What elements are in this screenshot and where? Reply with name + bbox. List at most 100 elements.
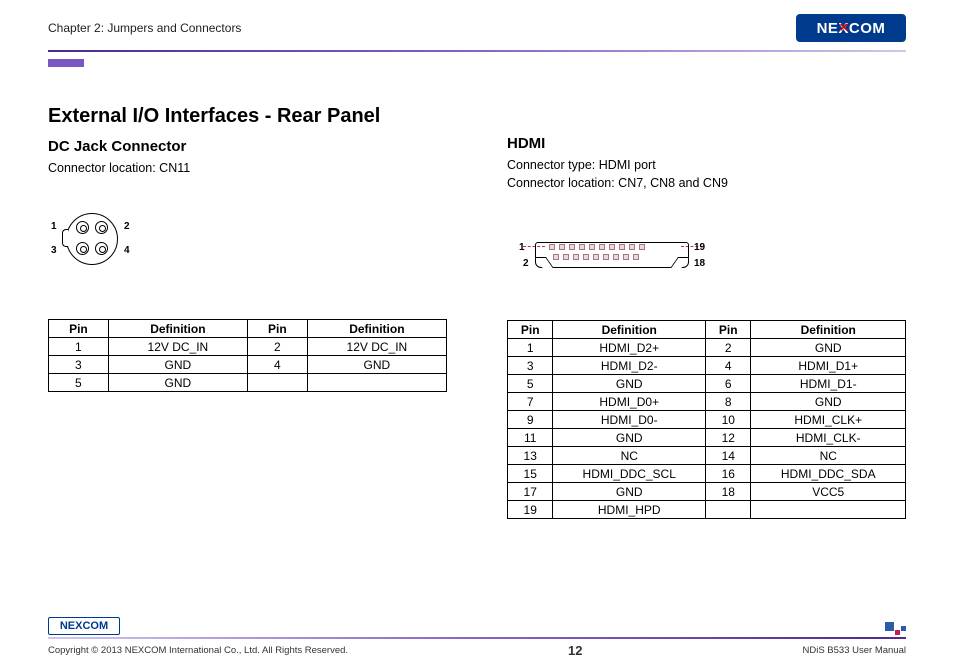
table-cell: GND bbox=[553, 483, 706, 501]
table-cell: GND bbox=[553, 429, 706, 447]
main-content: External I/O Interfaces - Rear Panel DC … bbox=[48, 105, 906, 519]
table-cell: HDMI_D2- bbox=[553, 357, 706, 375]
table-row: 5GND bbox=[49, 374, 447, 392]
table-cell: NC bbox=[751, 447, 906, 465]
table-cell bbox=[706, 501, 751, 519]
nexcom-logo-top: NEXCOM bbox=[796, 14, 906, 42]
table-cell: GND bbox=[108, 356, 247, 374]
table-row: 1HDMI_D2+2GND bbox=[508, 339, 906, 357]
table-cell: 19 bbox=[508, 501, 553, 519]
table-header-row: Pin Definition Pin Definition bbox=[49, 320, 447, 338]
th: Pin bbox=[247, 320, 307, 338]
dc-pin-table: Pin Definition Pin Definition 112V DC_IN… bbox=[48, 319, 447, 392]
table-cell: 11 bbox=[508, 429, 553, 447]
th: Definition bbox=[553, 321, 706, 339]
table-cell: 10 bbox=[706, 411, 751, 429]
table-row: 15HDMI_DDC_SCL16HDMI_DDC_SDA bbox=[508, 465, 906, 483]
table-row: 11GND12HDMI_CLK- bbox=[508, 429, 906, 447]
table-cell: 6 bbox=[706, 375, 751, 393]
table-cell: 12 bbox=[706, 429, 751, 447]
page-title: External I/O Interfaces - Rear Panel bbox=[48, 105, 447, 128]
hdmi-diagram: 1 19 2 18 bbox=[507, 232, 727, 282]
table-row: 17GND18VCC5 bbox=[508, 483, 906, 501]
table-cell: 14 bbox=[706, 447, 751, 465]
table-cell: 4 bbox=[706, 357, 751, 375]
th: Definition bbox=[751, 321, 906, 339]
th: Pin bbox=[508, 321, 553, 339]
dc-location: Connector location: CN11 bbox=[48, 159, 447, 177]
table-cell: HDMI_HPD bbox=[553, 501, 706, 519]
nexcom-logo-bottom: NEXCOM bbox=[48, 617, 120, 635]
hdmi-pin-label-19: 19 bbox=[694, 242, 705, 253]
dc-pin-label-2: 2 bbox=[124, 221, 130, 232]
table-row: 3HDMI_D2-4HDMI_D1+ bbox=[508, 357, 906, 375]
table-cell: 18 bbox=[706, 483, 751, 501]
hdmi-table-body: 1HDMI_D2+2GND3HDMI_D2-4HDMI_D1+5GND6HDMI… bbox=[508, 339, 906, 519]
hdmi-column: HDMI Connector type: HDMI port Connector… bbox=[507, 105, 906, 519]
table-cell: GND bbox=[307, 356, 446, 374]
table-cell: 2 bbox=[247, 338, 307, 356]
table-cell: GND bbox=[553, 375, 706, 393]
table-row: 7HDMI_D0+8GND bbox=[508, 393, 906, 411]
dc-pin-label-3: 3 bbox=[51, 245, 57, 256]
table-row: 3GND4GND bbox=[49, 356, 447, 374]
table-cell: HDMI_D0- bbox=[553, 411, 706, 429]
table-cell: 16 bbox=[706, 465, 751, 483]
th: Definition bbox=[307, 320, 446, 338]
dc-pin-label-1: 1 bbox=[51, 221, 57, 232]
table-cell: HDMI_DDC_SCL bbox=[553, 465, 706, 483]
page-header: Chapter 2: Jumpers and Connectors NEXCOM bbox=[48, 14, 906, 46]
th: Pin bbox=[49, 320, 109, 338]
table-cell: 5 bbox=[508, 375, 553, 393]
table-header-row: Pin Definition Pin Definition bbox=[508, 321, 906, 339]
table-cell: 12V DC_IN bbox=[307, 338, 446, 356]
page-number: 12 bbox=[568, 643, 582, 658]
dc-pin-label-4: 4 bbox=[124, 245, 130, 256]
table-cell bbox=[247, 374, 307, 392]
dc-section-title: DC Jack Connector bbox=[48, 138, 447, 155]
hdmi-location: Connector location: CN7, CN8 and CN9 bbox=[507, 174, 906, 192]
table-cell: 3 bbox=[49, 356, 109, 374]
table-cell: 1 bbox=[49, 338, 109, 356]
table-cell: 5 bbox=[49, 374, 109, 392]
table-cell: HDMI_CLK- bbox=[751, 429, 906, 447]
table-cell: 13 bbox=[508, 447, 553, 465]
table-cell bbox=[751, 501, 906, 519]
table-cell: HDMI_D1- bbox=[751, 375, 906, 393]
table-cell: NC bbox=[553, 447, 706, 465]
table-row: 112V DC_IN212V DC_IN bbox=[49, 338, 447, 356]
table-cell: HDMI_DDC_SDA bbox=[751, 465, 906, 483]
header-accent-bar bbox=[48, 48, 906, 53]
footer-decor-icon bbox=[885, 622, 906, 635]
table-cell: 2 bbox=[706, 339, 751, 357]
table-row: 9HDMI_D0-10HDMI_CLK+ bbox=[508, 411, 906, 429]
table-row: 13NC14NC bbox=[508, 447, 906, 465]
hdmi-pin-label-1: 1 bbox=[519, 242, 525, 253]
hdmi-pin-label-18: 18 bbox=[694, 258, 705, 269]
hdmi-pin-label-2: 2 bbox=[523, 258, 529, 269]
hdmi-pin-table: Pin Definition Pin Definition 1HDMI_D2+2… bbox=[507, 320, 906, 519]
table-row: 19HDMI_HPD bbox=[508, 501, 906, 519]
table-cell: HDMI_D1+ bbox=[751, 357, 906, 375]
header-accent-block bbox=[48, 59, 84, 67]
table-cell: GND bbox=[751, 339, 906, 357]
table-cell: HDMI_CLK+ bbox=[751, 411, 906, 429]
footer-accent-bar bbox=[48, 637, 906, 639]
table-cell: 4 bbox=[247, 356, 307, 374]
table-row: 5GND6HDMI_D1- bbox=[508, 375, 906, 393]
th: Pin bbox=[706, 321, 751, 339]
table-cell: HDMI_D2+ bbox=[553, 339, 706, 357]
th: Definition bbox=[108, 320, 247, 338]
table-cell: 7 bbox=[508, 393, 553, 411]
table-cell: 9 bbox=[508, 411, 553, 429]
table-cell: HDMI_D0+ bbox=[553, 393, 706, 411]
hdmi-section-title: HDMI bbox=[507, 135, 906, 152]
table-cell: 15 bbox=[508, 465, 553, 483]
hdmi-type: Connector type: HDMI port bbox=[507, 156, 906, 174]
table-cell: 17 bbox=[508, 483, 553, 501]
table-cell: 12V DC_IN bbox=[108, 338, 247, 356]
page-footer: NEXCOM Copyright © 2013 NEXCOM Internati… bbox=[48, 617, 906, 658]
dc-jack-diagram: 1 2 3 4 bbox=[48, 209, 158, 273]
table-cell: VCC5 bbox=[751, 483, 906, 501]
dc-table-body: 112V DC_IN212V DC_IN3GND4GND5GND bbox=[49, 338, 447, 392]
